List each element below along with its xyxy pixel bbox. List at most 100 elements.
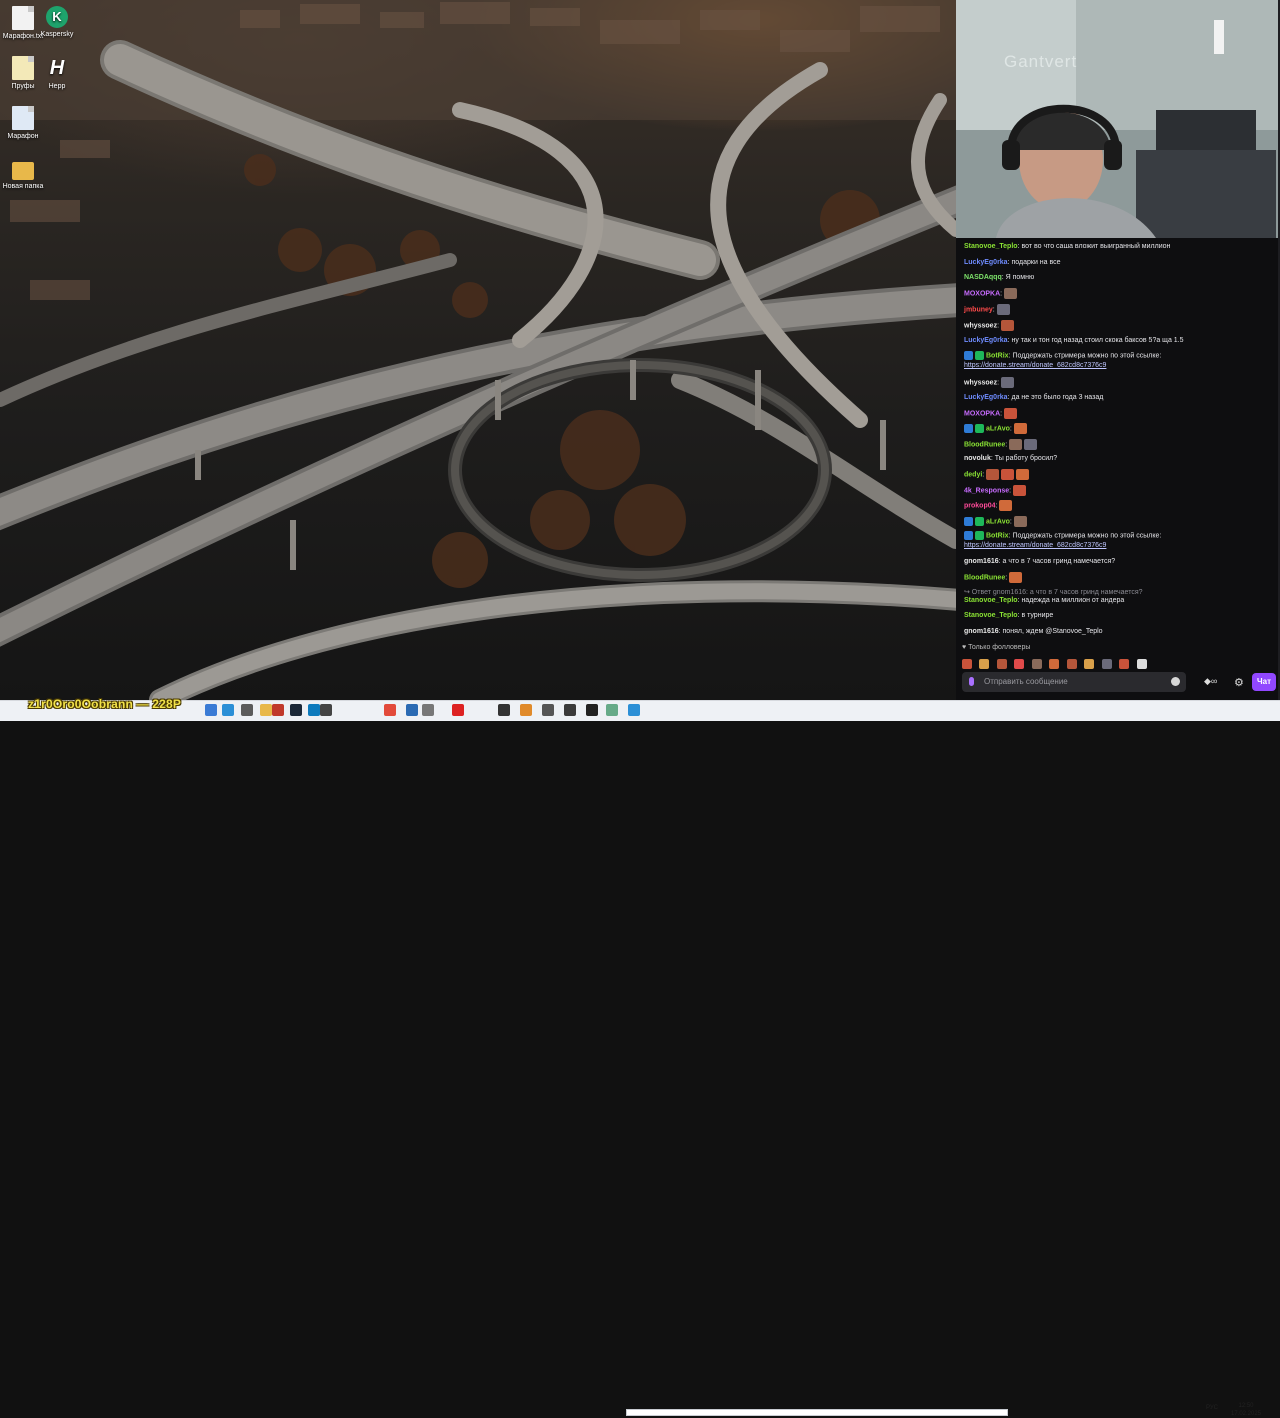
emote-icon[interactable] — [996, 659, 1007, 669]
emote-icon[interactable] — [1031, 659, 1042, 669]
chat-username[interactable]: NASDAqqq — [964, 274, 1002, 281]
desktop-wallpaper: Марафон.txt K Kaspersky Пруфы H Hepp Мар… — [0, 0, 956, 700]
chat-message-text: вот во что саша вложит выигранный миллио… — [1021, 243, 1171, 250]
donate-link[interactable]: https://donate.stream/donate_682cd8c7376… — [964, 542, 1106, 549]
chat-username[interactable]: gnom1616 — [964, 558, 999, 565]
chat-message: MOXOPKA: — [964, 408, 1276, 419]
chat-message-text: в турнире — [1021, 612, 1054, 619]
game-icon[interactable] — [272, 704, 284, 716]
app-icon[interactable] — [320, 704, 332, 716]
chat-badge-icon — [964, 531, 973, 540]
chat-message: BloodRunee: — [964, 572, 1276, 583]
edge-icon[interactable] — [222, 704, 234, 716]
app-icon[interactable] — [628, 704, 640, 716]
app-icon[interactable] — [542, 704, 554, 716]
chat-username[interactable]: whyssoez — [964, 322, 997, 329]
chat-message: BotRix: Поддержать стримера можно по это… — [964, 351, 1276, 361]
stream-side-panel: Gantvert Stanovoe_Teplo: вот во что саша… — [956, 0, 1280, 700]
chat-badge-icon — [975, 531, 984, 540]
chat-username[interactable]: Stanovoe_Teplo — [964, 597, 1018, 604]
webcam-feed: Gantvert — [956, 0, 1280, 238]
chat-username[interactable]: MOXOPKA — [964, 410, 1000, 417]
chat-username[interactable]: LuckyEg0rka — [964, 259, 1008, 266]
emote-icon[interactable] — [1119, 659, 1130, 669]
chat-link-line: https://donate.stream/donate_682cd8c7376… — [964, 361, 1276, 371]
desktop-icon-new-folder[interactable]: Новая папка — [0, 156, 46, 191]
chat-username[interactable]: Stanovoe_Teplo — [964, 243, 1018, 250]
chat-send-button[interactable]: Чат — [1252, 673, 1276, 691]
chat-message-text: а что в 7 часов гринд намечается? — [1002, 558, 1116, 565]
emote-icon[interactable] — [1014, 659, 1025, 669]
chat-username[interactable]: 4k_Response — [964, 487, 1009, 494]
followers-only-notice: ♥ Только фолловеры — [962, 644, 1031, 651]
chat-message: 4k_Response: — [964, 485, 1276, 496]
chat-username[interactable]: Stanovoe_Teplo — [964, 612, 1018, 619]
chat-message-text: Поддержать стримера можно по этой ссылке… — [1012, 532, 1162, 540]
steam-icon[interactable] — [290, 704, 302, 716]
desktop-icon-kaspersky[interactable]: K Kaspersky — [34, 6, 80, 39]
stream-overlay-nickname: z1r0Oro0Oobrann — 228P — [28, 697, 182, 711]
chat-username[interactable]: BotRix — [986, 532, 1009, 539]
settings-gear-icon[interactable]: ⚙ — [1234, 676, 1244, 689]
emote-icon[interactable] — [1049, 659, 1060, 669]
chat-username[interactable]: BloodRunee — [964, 441, 1005, 448]
chat-message-input[interactable]: Отправить сообщение — [962, 672, 1186, 692]
store-icon[interactable] — [241, 704, 253, 716]
emote-icon[interactable] — [979, 659, 990, 669]
language-indicator[interactable]: РУС — [1206, 1405, 1218, 1411]
chat-username[interactable]: BotRix — [986, 352, 1009, 359]
chat-username[interactable]: aLrAvo — [986, 518, 1010, 525]
chat-username[interactable]: prokop04 — [964, 502, 996, 509]
notepad-icon[interactable] — [406, 704, 418, 716]
chrome-icon[interactable] — [384, 704, 396, 716]
weather-icon[interactable] — [205, 704, 217, 716]
emote-icon[interactable] — [962, 659, 972, 669]
chat-username[interactable]: BloodRunee — [964, 574, 1005, 581]
emote-icon[interactable] — [1101, 659, 1112, 669]
chat-username[interactable]: whyssoez — [964, 379, 997, 386]
chat-username[interactable]: gnom1616 — [964, 628, 999, 635]
desktop-icon-hepp[interactable]: H Hepp — [34, 56, 80, 91]
chat-message-text: Поддержать стримера можно по этой ссылке… — [1012, 352, 1162, 360]
chat-username[interactable]: LuckyEg0rka — [964, 394, 1008, 401]
chat-username[interactable]: dedyi — [964, 471, 982, 478]
chat-message: whyssoez: — [964, 320, 1276, 331]
chat-username[interactable]: MOXOPKA — [964, 290, 1000, 297]
chat-emote-icon — [1013, 423, 1027, 434]
chat-message: aLrAvo: — [964, 423, 1276, 434]
app-icon[interactable] — [498, 704, 510, 716]
explorer-icon[interactable] — [260, 704, 272, 716]
taskbar-search-bar[interactable] — [626, 1409, 1008, 1416]
microphone-icon[interactable] — [969, 677, 974, 686]
app-icon[interactable] — [520, 704, 532, 716]
desktop-icon-marathon[interactable]: Марафон — [0, 106, 46, 141]
app-icon[interactable] — [564, 704, 576, 716]
hepp-app-icon[interactable] — [586, 704, 598, 716]
app-icon[interactable] — [422, 704, 434, 716]
donate-link[interactable]: https://donate.stream/donate_682cd8c7376… — [964, 362, 1106, 369]
chat-username[interactable]: jmbuney — [964, 306, 993, 313]
chat-badge-icon — [964, 424, 973, 433]
chat-emote-icon — [1000, 377, 1014, 388]
emoji-picker-icon[interactable] — [1171, 677, 1180, 686]
emote-icon[interactable] — [1136, 659, 1147, 669]
yandex-icon[interactable] — [452, 704, 464, 716]
emote-icon[interactable] — [1084, 659, 1095, 669]
browser-icon[interactable] — [308, 704, 320, 716]
chat-message: Stanovoe_Teplo: в турнире — [964, 611, 1276, 621]
chat-message: aLrAvo: — [964, 516, 1276, 527]
app-icon[interactable] — [606, 704, 618, 716]
chat-username[interactable]: LuckyEg0rka — [964, 337, 1008, 344]
channel-points-icon[interactable]: ◆∞ — [1204, 676, 1217, 687]
chat-emote-icon — [1001, 469, 1015, 480]
chat-message: LuckyEg0rka: да не это было года 3 назад — [964, 393, 1276, 403]
chat-emote-icon — [1013, 485, 1027, 496]
chat-message: gnom1616: понял, ждем @Stanovoe_Teplo — [964, 627, 1276, 637]
chat-username[interactable]: aLrAvo — [986, 425, 1010, 432]
chat-link-line: https://donate.stream/donate_682cd8c7376… — [964, 541, 1276, 551]
chat-message: Stanovoe_Teplo: вот во что саша вложит в… — [964, 242, 1276, 252]
kaspersky-icon: K — [46, 6, 68, 28]
emote-icon[interactable] — [1066, 659, 1077, 669]
system-clock[interactable]: 12:50 17.02.2025 — [1226, 1402, 1266, 1418]
chat-username[interactable]: novoluk — [964, 455, 991, 462]
